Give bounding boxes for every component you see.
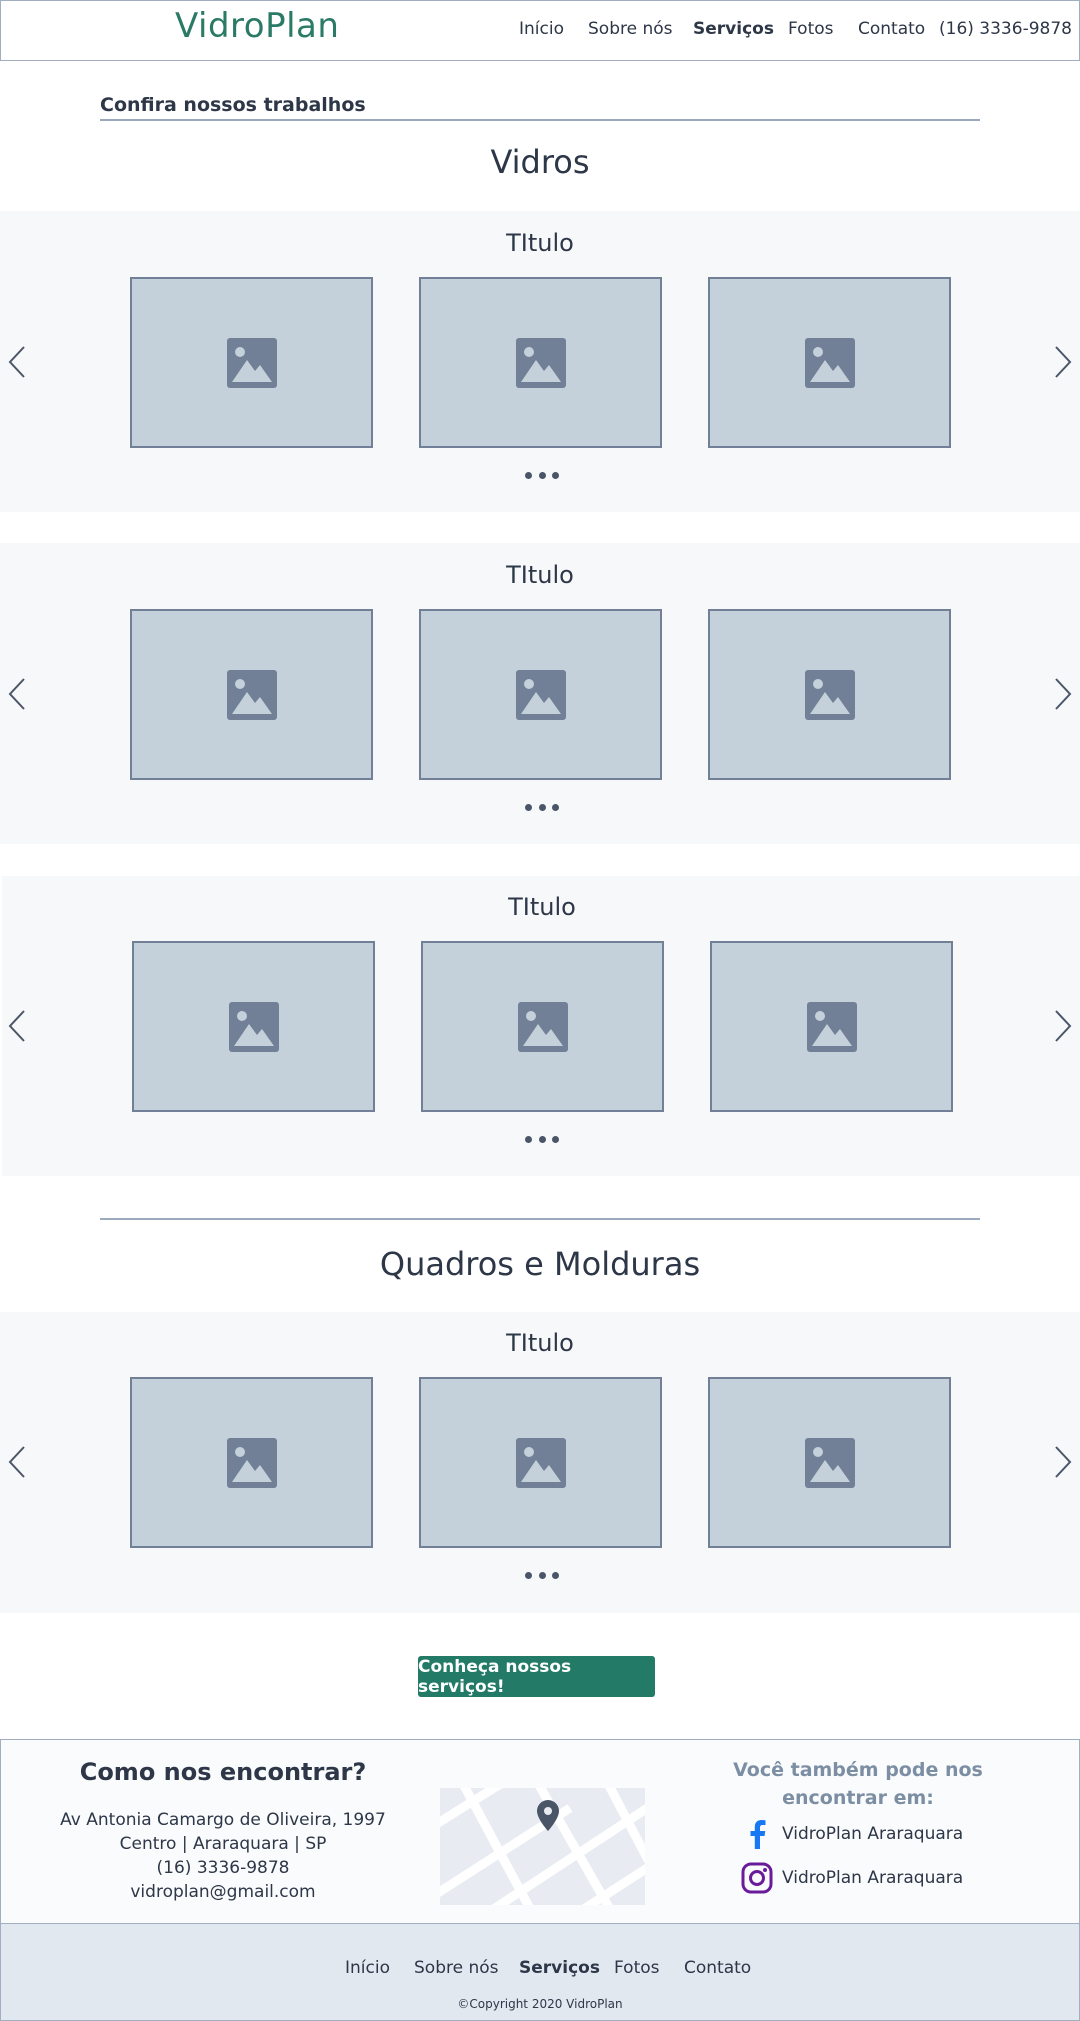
footer-link-contato[interactable]: Contato	[684, 1958, 751, 1978]
chevron-right-icon	[1055, 678, 1072, 710]
carousel-next-button[interactable]	[1051, 1006, 1075, 1046]
image-icon	[804, 669, 855, 720]
carousel-next-button[interactable]	[1051, 1442, 1075, 1482]
image-placeholder[interactable]	[708, 277, 951, 448]
section-subtitle: Confira nossos trabalhos	[100, 94, 366, 116]
divider	[100, 119, 980, 121]
carousel-more-dots[interactable]	[525, 472, 559, 480]
image-placeholder[interactable]	[419, 277, 662, 448]
facebook-icon[interactable]	[741, 1818, 773, 1850]
address-line: Centro | Araraquara | SP	[119, 1834, 327, 1854]
instagram-icon[interactable]	[741, 1862, 773, 1894]
map-graphic	[440, 1788, 645, 1905]
image-icon	[515, 1437, 566, 1488]
image-placeholder[interactable]	[419, 1377, 662, 1548]
chevron-right-icon	[1055, 1446, 1072, 1478]
image-icon	[226, 1437, 277, 1488]
chevron-left-icon	[8, 678, 25, 710]
image-placeholder[interactable]	[419, 609, 662, 780]
header-phone[interactable]: (16) 3336-9878	[939, 19, 1072, 39]
image-placeholder[interactable]	[708, 609, 951, 780]
carousel-more-dots[interactable]	[525, 1572, 559, 1580]
image-placeholder[interactable]	[130, 1377, 373, 1548]
address-line: Av Antonia Camargo de Oliveira, 1997	[60, 1810, 386, 1830]
footer-link-fotos[interactable]: Fotos	[614, 1958, 660, 1978]
image-icon	[226, 337, 277, 388]
chevron-left-icon	[8, 1010, 25, 1042]
facebook-link[interactable]: VidroPlan Araraquara	[782, 1824, 963, 1844]
footer-link-inicio[interactable]: Início	[345, 1958, 390, 1978]
carousel-next-button[interactable]	[1051, 342, 1075, 382]
nav-link-servicos[interactable]: Serviços	[693, 19, 774, 39]
image-placeholder[interactable]	[130, 609, 373, 780]
services-cta-button[interactable]: Conheça nossos serviços!	[418, 1656, 655, 1697]
carousel-prev-button[interactable]	[5, 674, 29, 714]
image-icon	[515, 337, 566, 388]
carousel-next-button[interactable]	[1051, 674, 1075, 714]
carousel-title: TItulo	[506, 561, 574, 589]
carousel-more-dots[interactable]	[525, 1136, 559, 1144]
footer-link-servicos[interactable]: Serviços	[519, 1958, 600, 1978]
contact-phone[interactable]: (16) 3336-9878	[60, 1858, 386, 1878]
contact-email[interactable]: vidroplan@gmail.com	[60, 1882, 386, 1902]
chevron-right-icon	[1055, 346, 1072, 378]
chevron-left-icon	[8, 1446, 25, 1478]
site-logo[interactable]: VidroPlan	[175, 6, 339, 46]
image-placeholder[interactable]	[130, 277, 373, 448]
location-map[interactable]	[440, 1788, 645, 1905]
image-icon	[515, 669, 566, 720]
footer-link-sobre[interactable]: Sobre nós	[414, 1958, 499, 1978]
carousel-prev-button[interactable]	[5, 1442, 29, 1482]
carousel-prev-button[interactable]	[5, 1006, 29, 1046]
category-title-quadros: Quadros e Molduras	[379, 1245, 701, 1283]
image-icon	[804, 337, 855, 388]
nav-link-inicio[interactable]: Início	[519, 19, 564, 39]
chevron-right-icon	[1055, 1010, 1072, 1042]
nav-link-contato[interactable]: Contato	[858, 19, 925, 39]
image-placeholder[interactable]	[421, 941, 664, 1112]
chevron-left-icon	[8, 346, 25, 378]
image-placeholder[interactable]	[132, 941, 375, 1112]
carousel-title: TItulo	[508, 893, 576, 921]
social-title: Você também pode nos encontrar em:	[733, 1759, 983, 1809]
instagram-link[interactable]: VidroPlan Araraquara	[782, 1868, 963, 1888]
carousel-prev-button[interactable]	[5, 342, 29, 382]
image-icon	[228, 1001, 279, 1052]
image-icon	[226, 669, 277, 720]
nav-link-fotos[interactable]: Fotos	[788, 19, 834, 39]
image-placeholder[interactable]	[710, 941, 953, 1112]
image-icon	[806, 1001, 857, 1052]
image-placeholder[interactable]	[708, 1377, 951, 1548]
image-icon	[517, 1001, 568, 1052]
find-us-title: Como nos encontrar?	[79, 1758, 367, 1786]
nav-link-sobre[interactable]: Sobre nós	[588, 19, 673, 39]
divider	[100, 1218, 980, 1220]
carousel-title: TItulo	[506, 1329, 574, 1357]
category-title-vidros: Vidros	[490, 143, 590, 181]
carousel-more-dots[interactable]	[525, 804, 559, 812]
image-icon	[804, 1437, 855, 1488]
copyright-text: ©Copyright 2020 VidroPlan	[457, 1997, 623, 2011]
carousel-title: TItulo	[506, 229, 574, 257]
